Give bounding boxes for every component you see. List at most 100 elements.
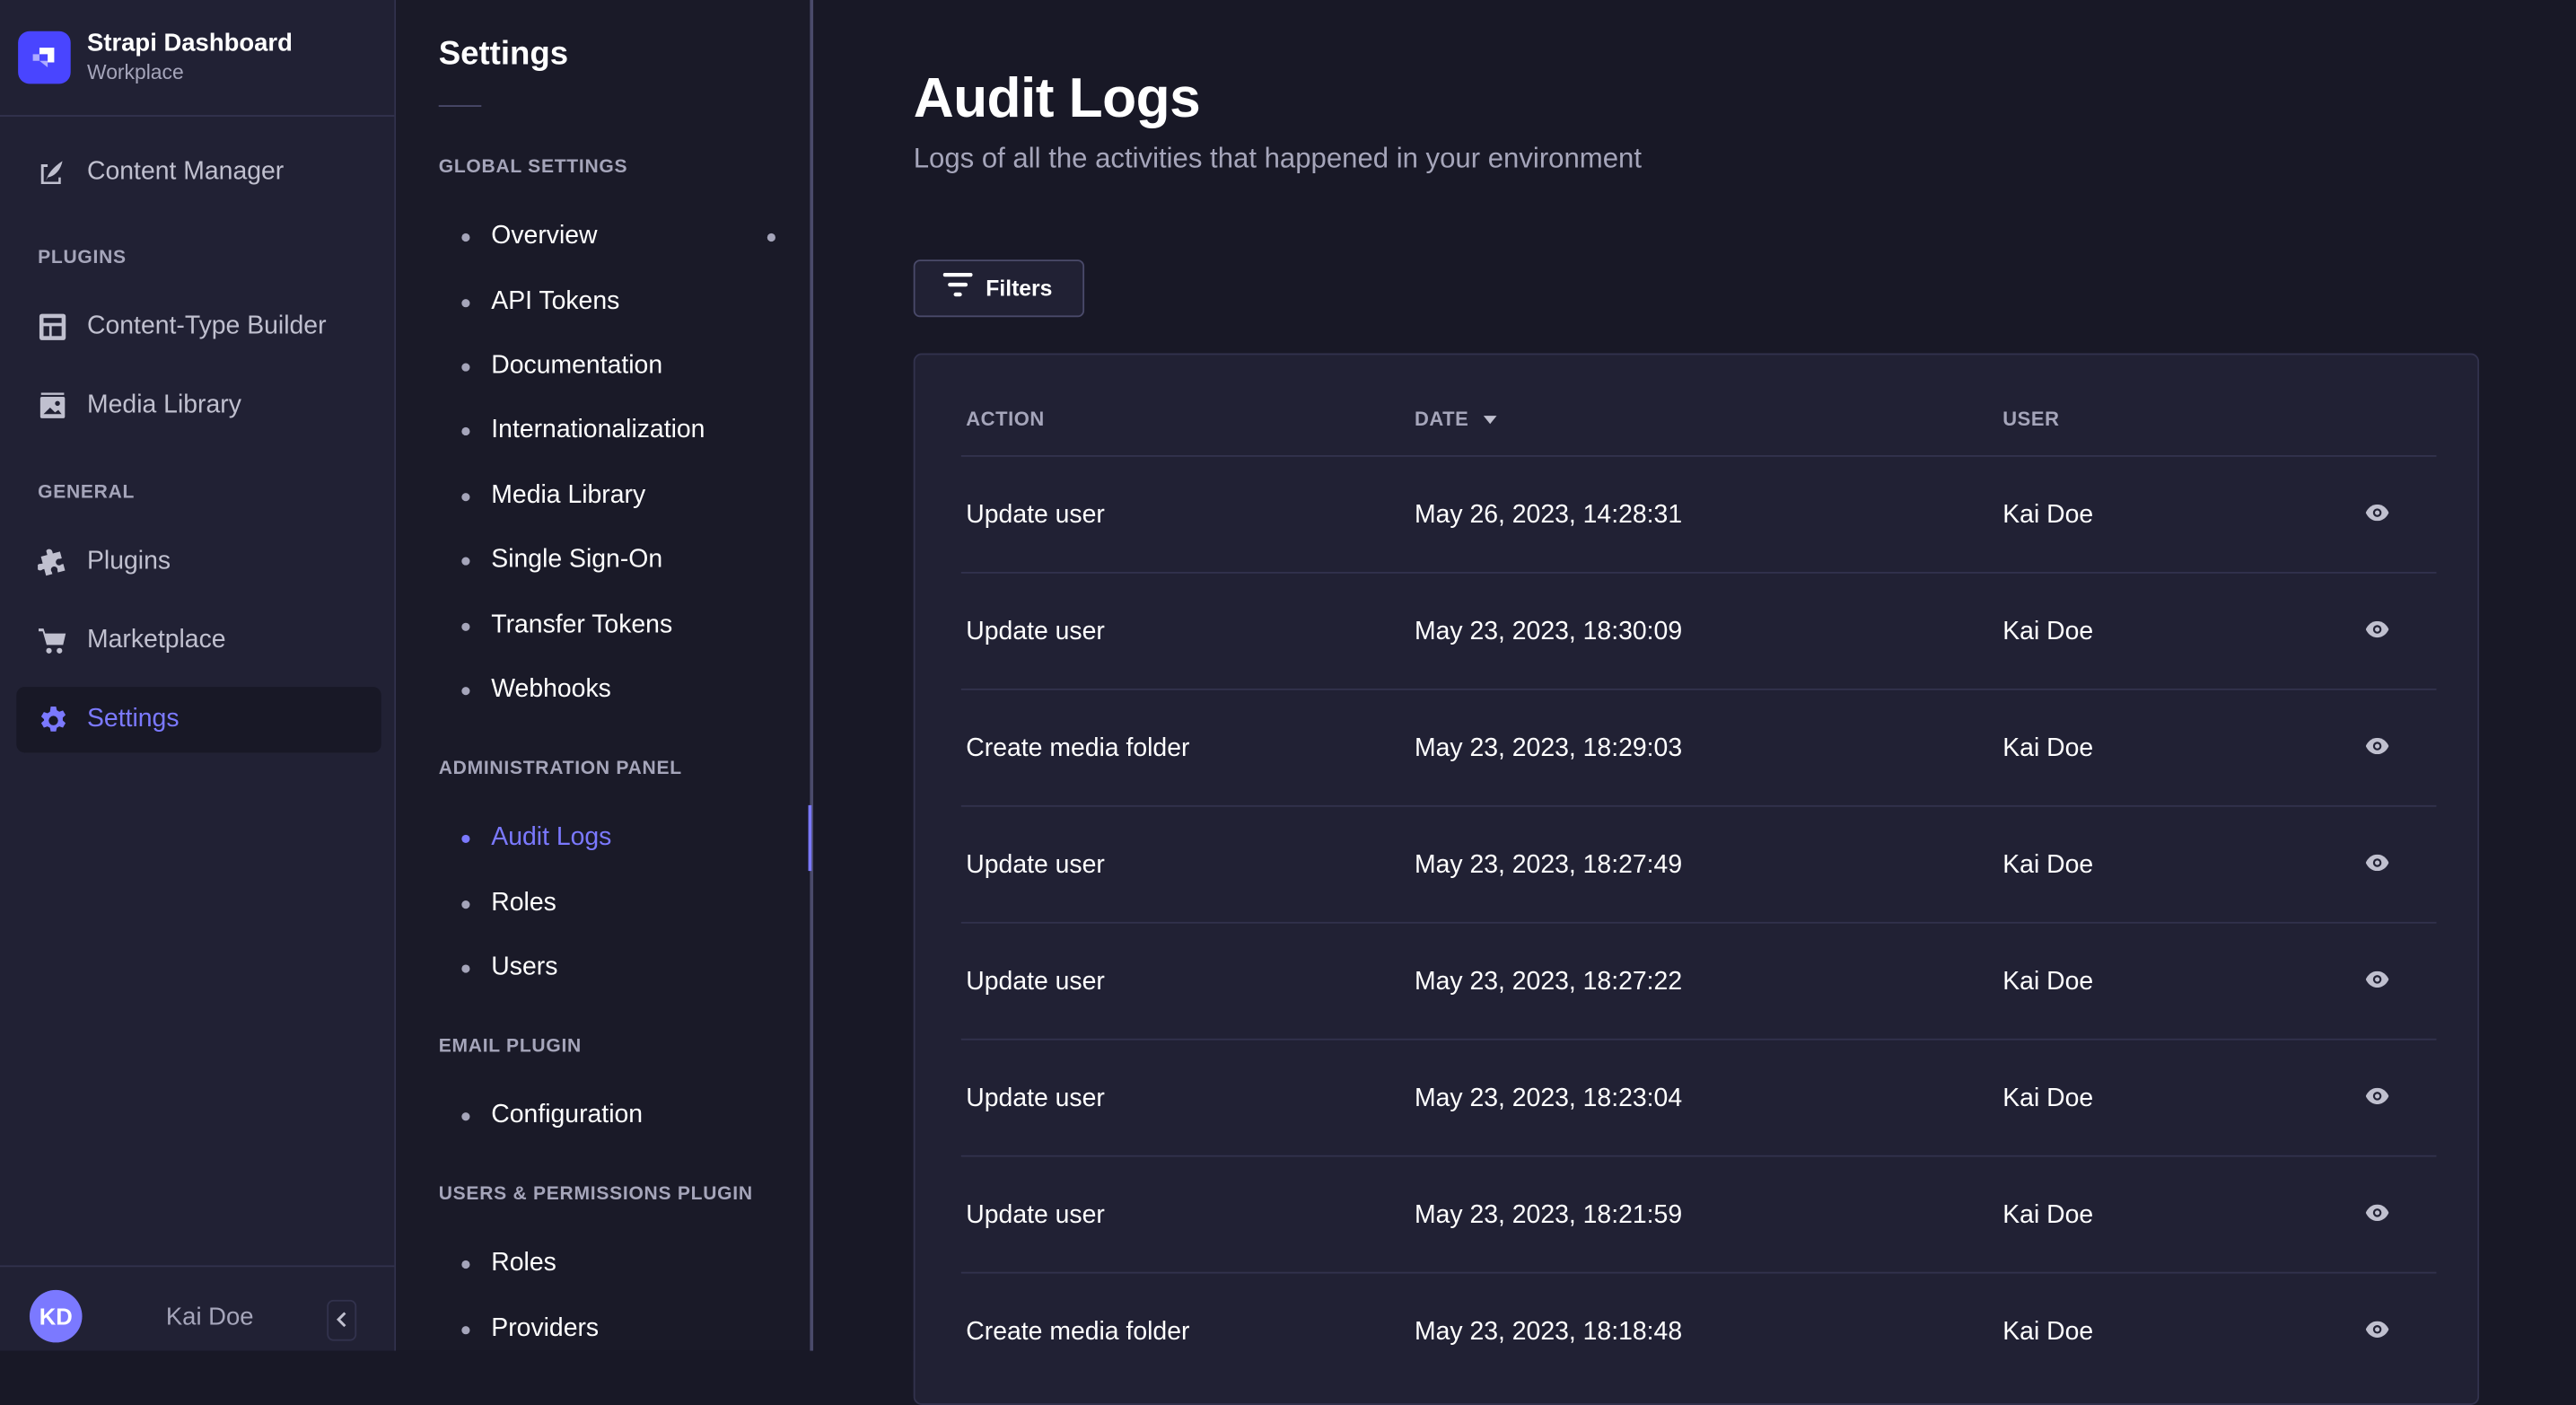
cell-date: May 26, 2023, 14:28:31 (1414, 500, 1683, 529)
brand-subtitle: Workplace (87, 60, 184, 84)
bullet-icon (461, 1260, 470, 1269)
subnav-item-documentation[interactable]: Documentation (439, 344, 801, 390)
cell-user: Kai Doe (2002, 500, 2094, 529)
subnav-item-label: Roles (491, 889, 556, 918)
sort-descending-icon[interactable] (1483, 415, 1497, 424)
view-details-button[interactable] (2364, 736, 2390, 760)
eye-icon (2365, 499, 2389, 529)
user-footer: KD Kai Doe (0, 1265, 395, 1350)
table-row[interactable]: Update user May 26, 2023, 14:28:31 Kai D… (960, 455, 2437, 574)
subnav-item-label: Audit Logs (491, 823, 612, 852)
bullet-icon (461, 686, 470, 695)
subnav-title: Settings (438, 36, 569, 73)
subnav-item-providers[interactable]: Providers (439, 1306, 801, 1352)
nav-item-content-type-builder[interactable]: Content-Type Builder (16, 294, 381, 360)
subnav-section-email-plugin: EMAIL PLUGIN (438, 1036, 582, 1057)
cell-date: May 23, 2023, 18:27:22 (1414, 967, 1683, 996)
bullet-icon (461, 833, 470, 843)
subnav-item-audit-logs[interactable]: Audit Logs (439, 815, 801, 861)
subnav-item-roles[interactable]: Roles (439, 881, 801, 926)
subnav-item-single-sign-on[interactable]: Single Sign-On (439, 538, 801, 584)
view-details-button[interactable] (2364, 853, 2390, 876)
footer-user-name[interactable]: Kai Doe (166, 1304, 254, 1331)
subnav-item-label: Roles (491, 1249, 556, 1278)
subnav-item-label: Configuration (491, 1101, 644, 1129)
table-row[interactable]: Create media folder May 23, 2023, 18:18:… (960, 1271, 2437, 1391)
image-icon (36, 390, 69, 423)
scrollbar-thumb[interactable] (808, 804, 812, 872)
puzzle-icon (36, 546, 69, 579)
cell-user: Kai Doe (2002, 967, 2094, 996)
table-row[interactable]: Update user May 23, 2023, 18:27:49 Kai D… (960, 804, 2437, 924)
nav-section-general: GENERAL (38, 483, 136, 504)
subnav-item-label: Single Sign-On (491, 545, 663, 574)
nav-item-media-library[interactable]: Media Library (16, 373, 381, 439)
eye-icon (2365, 1083, 2389, 1112)
view-details-button[interactable] (2364, 1203, 2390, 1226)
audit-logs-table: ACTION DATE USER Update user May 26, 202… (913, 353, 2480, 1405)
subnav-item-configuration[interactable]: Configuration (439, 1093, 801, 1138)
indicator-dot-icon (767, 233, 775, 241)
subnav-item-media-library[interactable]: Media Library (439, 473, 801, 519)
nav-item-marketplace[interactable]: Marketplace (16, 608, 381, 673)
table-row[interactable]: Update user May 23, 2023, 18:21:59 Kai D… (960, 1155, 2437, 1274)
bullet-icon (461, 900, 470, 909)
view-details-button[interactable] (2364, 619, 2390, 643)
cell-user: Kai Doe (2002, 1317, 2094, 1346)
view-details-button[interactable] (2364, 1320, 2390, 1343)
bullet-icon (461, 298, 470, 307)
cell-action: Update user (966, 967, 1105, 996)
subnav-item-up-roles[interactable]: Roles (439, 1241, 801, 1286)
column-header-label: USER (2002, 407, 2060, 431)
subnav-item-internationalization[interactable]: Internationalization (439, 408, 801, 453)
subnav-item-api-tokens[interactable]: API Tokens (439, 279, 801, 325)
subnav-item-webhooks[interactable]: Webhooks (439, 667, 801, 713)
main-navigation: Strapi Dashboard Workplace Content Manag… (0, 0, 397, 1351)
table-row[interactable]: Update user May 23, 2023, 18:30:09 Kai D… (960, 571, 2437, 690)
brand-header: Strapi Dashboard Workplace (0, 0, 395, 117)
subnav-item-label: API Tokens (491, 287, 620, 316)
cell-user: Kai Doe (2002, 1084, 2094, 1112)
app-window: Strapi Dashboard Workplace Content Manag… (0, 0, 2576, 1405)
avatar[interactable]: KD (29, 1289, 83, 1343)
subnav-item-transfer-tokens[interactable]: Transfer Tokens (439, 603, 801, 649)
view-details-button[interactable] (2364, 970, 2390, 993)
bullet-icon (461, 963, 470, 972)
nav-item-label: Settings (87, 705, 180, 733)
cell-date: May 23, 2023, 18:18:48 (1414, 1317, 1683, 1346)
gear-icon (36, 703, 69, 736)
nav-item-settings[interactable]: Settings (16, 687, 381, 753)
view-details-button[interactable] (2364, 1086, 2390, 1110)
bullet-icon (461, 233, 470, 241)
eye-icon (2365, 849, 2389, 879)
subnav-section-global-settings: GLOBAL SETTINGS (438, 157, 628, 178)
subnav-item-label: Webhooks (491, 675, 611, 704)
column-header-action: ACTION (966, 408, 1044, 431)
nav-item-label: Plugins (87, 547, 171, 575)
column-header-date[interactable]: DATE (1415, 408, 1497, 431)
subnav-item-label: Transfer Tokens (491, 610, 673, 640)
subnav-section-administration-panel: ADMINISTRATION PANEL (438, 759, 682, 779)
collapse-nav-button[interactable] (327, 1299, 357, 1341)
subnav-item-label: Overview (491, 222, 598, 250)
cell-action: Create media folder (966, 733, 1190, 762)
subnav-item-overview[interactable]: Overview (439, 214, 801, 259)
filters-button[interactable]: Filters (913, 259, 1085, 318)
table-row[interactable]: Create media folder May 23, 2023, 18:29:… (960, 688, 2437, 807)
eye-icon (2365, 966, 2389, 996)
nav-item-content-manager[interactable]: Content Manager (16, 140, 381, 206)
table-row[interactable]: Update user May 23, 2023, 18:23:04 Kai D… (960, 1038, 2437, 1157)
subnav-item-label: Internationalization (491, 416, 705, 444)
brand-title: Strapi Dashboard (87, 29, 293, 58)
nav-item-plugins[interactable]: Plugins (16, 529, 381, 594)
column-header-user: USER (2002, 408, 2059, 431)
nav-item-label: Content Manager (87, 157, 285, 186)
cell-date: May 23, 2023, 18:21:59 (1414, 1200, 1683, 1229)
cart-icon (36, 625, 69, 658)
bullet-icon (461, 1111, 470, 1120)
view-details-button[interactable] (2364, 503, 2390, 526)
cell-user: Kai Doe (2002, 1200, 2094, 1229)
subnav-item-users[interactable]: Users (439, 944, 801, 990)
table-row[interactable]: Update user May 23, 2023, 18:27:22 Kai D… (960, 921, 2437, 1041)
subnav-item-label: Providers (491, 1314, 600, 1343)
